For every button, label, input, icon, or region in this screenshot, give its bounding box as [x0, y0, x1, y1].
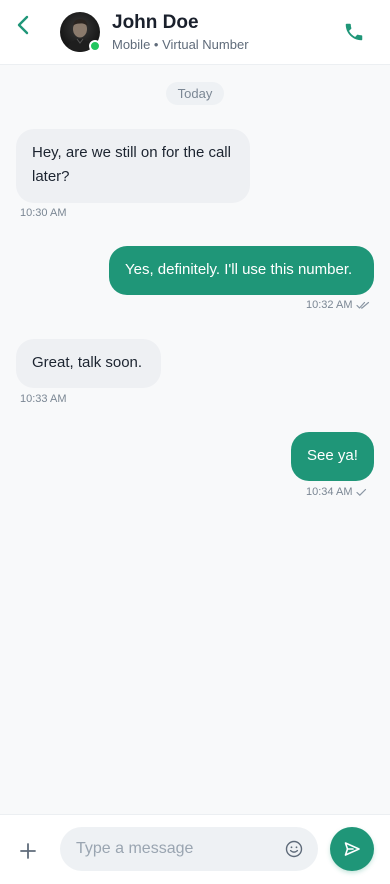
message-text: See ya!: [307, 447, 358, 464]
double-check-icon: [356, 301, 370, 309]
online-status-dot: [89, 40, 101, 52]
check-icon: [356, 488, 367, 496]
message-timestamp: 10:34 AM: [306, 486, 367, 498]
message-bubble-incoming[interactable]: Great, talk soon.: [16, 339, 161, 388]
message-composer: [0, 814, 390, 884]
plus-icon: [20, 843, 36, 859]
message-timestamp: 10:33 AM: [20, 393, 66, 405]
contact-subtitle: Mobile • Virtual Number: [112, 37, 249, 52]
message-bubble-incoming[interactable]: Hey, are we still on for the call later?: [16, 129, 250, 203]
message-time: 10:33 AM: [20, 393, 67, 405]
message-time: 10:30 AM: [20, 207, 67, 219]
message-time: 10:32 AM: [306, 299, 353, 311]
message-input-container: [60, 827, 318, 871]
message-timestamp: 10:32 AM: [306, 299, 370, 311]
message-text: Hey, are we still on for the call later?: [32, 144, 231, 185]
chevron-left-icon: [17, 15, 29, 35]
back-button[interactable]: [8, 10, 38, 40]
avatar[interactable]: [60, 12, 101, 52]
send-icon: [344, 842, 360, 856]
message-time: 10:34 AM: [306, 486, 353, 498]
message-text: Great, talk soon.: [32, 354, 143, 371]
message-input[interactable]: [76, 827, 276, 871]
chat-header: John Doe Mobile • Virtual Number: [0, 0, 390, 65]
phone-icon: [345, 23, 363, 41]
message-bubble-outgoing[interactable]: See ya!: [291, 432, 374, 481]
contact-name: John Doe: [112, 12, 199, 33]
date-separator: Today: [166, 82, 224, 105]
emoji-button[interactable]: [284, 839, 304, 859]
message-bubble-outgoing[interactable]: Yes, definitely. I'll use this number.: [109, 246, 374, 295]
send-button[interactable]: [330, 827, 374, 871]
smiley-icon: [285, 840, 303, 858]
attach-button[interactable]: [14, 837, 42, 865]
message-timestamp: 10:30 AM: [20, 207, 66, 219]
call-button[interactable]: [340, 18, 368, 46]
message-text: Yes, definitely. I'll use this number.: [125, 261, 353, 278]
